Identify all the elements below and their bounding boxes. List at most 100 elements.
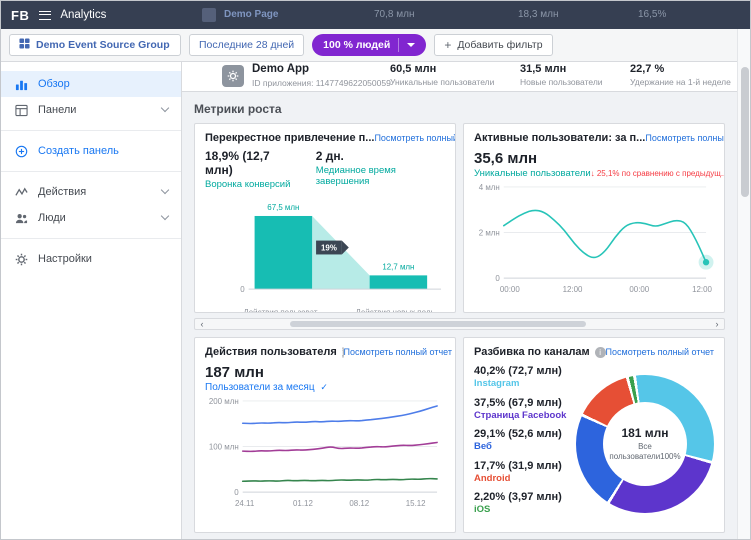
- vertical-scrollbar-thumb[interactable]: [740, 67, 749, 197]
- svg-text:01.12: 01.12: [293, 499, 313, 508]
- percent-of-people-filter-button[interactable]: 100 % людей: [312, 34, 427, 56]
- sidebar-item-label: Настройки: [38, 253, 92, 265]
- entity-selector-button[interactable]: Demo Event Source Group: [9, 34, 181, 56]
- channels-donut: 181 млн Все пользователи100%: [576, 374, 714, 513]
- sidebar-item-label: Обзор: [38, 78, 70, 90]
- app-metric: 31,5 млн Новые пользователи: [520, 63, 603, 87]
- ghost-row-value: 70,8 млн: [374, 9, 415, 20]
- date-range-label: Последние 28 дней: [199, 39, 295, 51]
- entity-selector-label: Demo Event Source Group: [36, 39, 170, 51]
- svg-text:00:00: 00:00: [500, 285, 520, 294]
- sidebar-divider: [1, 171, 181, 172]
- card-title: Действия пользователя: [205, 346, 337, 358]
- channel-name: iOS: [474, 504, 491, 515]
- donut-center-value: 181 млн: [621, 425, 669, 440]
- scroll-right-arrow[interactable]: ›: [710, 319, 724, 329]
- donut-center: 181 млн Все пользователи100%: [603, 401, 687, 486]
- hamburger-menu-icon[interactable]: [39, 10, 52, 20]
- svg-text:12:00: 12:00: [692, 285, 712, 294]
- vertical-scrollbar[interactable]: [737, 29, 750, 539]
- stat-value: 18,9% (12,7 млн): [205, 149, 270, 177]
- app-metric: 22,7 % Удержание на 1-й неделе: [630, 63, 731, 87]
- horizontal-scrollbar[interactable]: ‹ ›: [194, 318, 725, 330]
- channel-name: Instagram: [474, 378, 520, 389]
- sidebar-item-people[interactable]: Люди: [1, 205, 181, 231]
- view-full-report-link[interactable]: Посмотреть полный отчет: [606, 347, 714, 357]
- view-full-report-link[interactable]: Посмотреть полный отчет: [645, 133, 724, 143]
- main-content: Demo App ID приложения: 1147749622050059…: [182, 62, 737, 539]
- fb-logo: FB: [11, 7, 30, 23]
- info-icon[interactable]: i: [594, 346, 606, 358]
- chevron-down-icon: [160, 211, 170, 221]
- sidebar-item-create-dashboard[interactable]: Создать панель: [1, 138, 181, 164]
- channel-item-instagram: 40,2% (72,7 млн) Instagram: [474, 365, 572, 389]
- sidebar-item-events[interactable]: Действия: [1, 179, 181, 205]
- app-name: Demo App: [252, 63, 310, 75]
- channel-value: 17,7% (31,9 млн): [474, 459, 562, 472]
- svg-text:67,5 млн: 67,5 млн: [267, 203, 299, 212]
- channel-list: 40,2% (72,7 млн) Instagram 37,5% (67,9 м…: [474, 365, 572, 523]
- add-filter-button[interactable]: + Добавить фильтр: [434, 34, 553, 56]
- sidebar-divider: [1, 130, 181, 131]
- card-cross-acquisition: Перекрестное привлечение п... Посмотреть…: [194, 123, 456, 313]
- ghost-row-value: 18,3 млн: [518, 9, 559, 20]
- analytics-app-window: FB Analytics Demo Page 70,8 млн 18,3 млн…: [0, 0, 751, 540]
- sidebar-item-settings[interactable]: Настройки: [1, 246, 181, 272]
- svg-text:12:00: 12:00: [563, 285, 583, 294]
- channel-value: 2,20% (3,97 млн): [474, 491, 562, 503]
- channel-item-android: 17,7% (31,9 млн) Android: [474, 460, 572, 484]
- page-thumbnail-icon: [202, 8, 216, 22]
- sidebar-divider: [1, 238, 181, 239]
- channel-item-ios: 2,20% (3,97 млн) iOS: [474, 491, 572, 515]
- pulse-line-icon: [14, 186, 29, 199]
- funnel-stat-2: 2 дн. Медианное время завершения: [316, 149, 445, 190]
- date-range-button[interactable]: Последние 28 дней: [189, 34, 305, 56]
- gear-icon: [14, 253, 29, 266]
- sidebar-item-dashboards[interactable]: Панели: [1, 97, 181, 123]
- active-users-value: 35,6 млн: [474, 150, 538, 167]
- card-title: Перекрестное привлечение п...: [205, 132, 375, 144]
- view-full-report-link[interactable]: Посмотреть полный отчет: [374, 133, 455, 143]
- background-table-row[interactable]: Demo Page 70,8 млн 18,3 млн 16,5%: [182, 1, 737, 29]
- cards-row-1: Перекрестное привлечение п... Посмотреть…: [194, 123, 725, 313]
- sidebar-item-overview[interactable]: Обзор: [1, 71, 181, 97]
- metric-value: 60,5 млн: [390, 63, 437, 75]
- svg-text:19%: 19%: [321, 243, 337, 252]
- sidebar-item-label: Панели: [38, 104, 77, 116]
- app-id-line: ID приложения: 1147749622050059: [252, 78, 391, 88]
- svg-text:24.11: 24.11: [235, 499, 255, 508]
- app-metric: 60,5 млн Уникальные пользователи: [390, 63, 494, 87]
- svg-text:0: 0: [240, 285, 245, 294]
- metric-value: 31,5 млн: [520, 63, 567, 75]
- horizontal-scrollbar-thumb[interactable]: [290, 321, 587, 327]
- channel-name: Веб: [474, 441, 492, 452]
- entity-grid-icon: [19, 38, 30, 52]
- channel-item-web: 29,1% (52,6 млн) Веб: [474, 428, 572, 452]
- svg-text:0: 0: [234, 488, 239, 497]
- app-entity-row[interactable]: Demo App ID приложения: 1147749622050059…: [182, 62, 737, 92]
- percent-filter-label: 100 % людей: [323, 39, 391, 51]
- metric-label: Удержание на 1-й неделе: [630, 77, 731, 87]
- card-title: Активные пользователи: за п...: [474, 132, 646, 144]
- bar-chart-icon: [14, 78, 29, 91]
- metric-label: Уникальные пользователи: [390, 77, 495, 87]
- svg-text:00:00: 00:00: [629, 285, 649, 294]
- channel-value: 29,1% (52,6 млн): [474, 428, 562, 440]
- users-per-month-filter[interactable]: Пользователи за месяц ✓: [205, 382, 445, 393]
- sidebar-nav: Обзор Панели Создать панель Действия Люд…: [1, 62, 182, 539]
- funnel-stat-1: 18,9% (12,7 млн) Воронка конверсий: [205, 149, 296, 190]
- sidebar-item-label: Люди: [38, 212, 66, 224]
- app-gear-icon: [222, 65, 244, 87]
- metric-label: Новые пользователи: [520, 77, 603, 87]
- svg-text:Действия новых поль...: Действия новых поль...: [356, 308, 442, 313]
- filter-toolbar: Demo Event Source Group Последние 28 дне…: [1, 29, 750, 62]
- dashboard-icon: [14, 104, 29, 117]
- view-full-report-link[interactable]: Посмотреть полный отчет: [344, 347, 452, 357]
- scroll-left-arrow[interactable]: ‹: [195, 319, 209, 329]
- filter-label: Пользователи за месяц: [205, 382, 315, 393]
- svg-text:Действия пользоват...: Действия пользоват...: [243, 308, 323, 313]
- stat-label: Воронка конверсий: [205, 179, 291, 190]
- svg-text:12,7 млн: 12,7 млн: [382, 262, 414, 271]
- button-divider: [398, 38, 400, 52]
- svg-text:08.12: 08.12: [349, 499, 369, 508]
